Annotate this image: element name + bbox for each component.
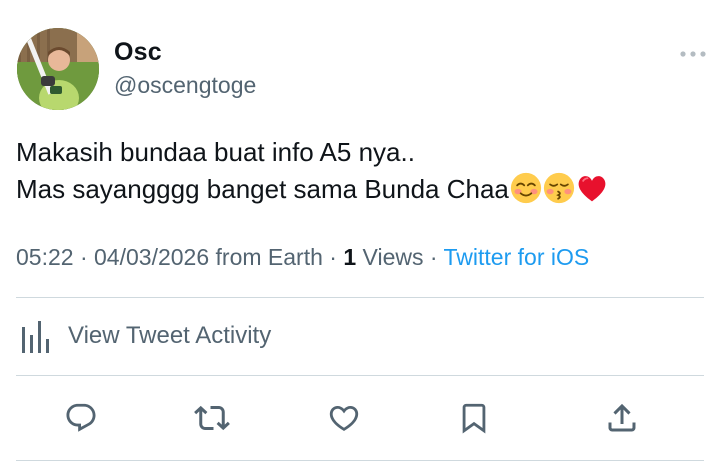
views-label: Views	[362, 244, 424, 270]
meta-separator: ·	[429, 244, 438, 270]
tweet-text: Makasih bundaa buat info A5 nya.. Mas sa…	[16, 134, 706, 208]
tweet-detail: Osc @oscengtoge Makasih bundaa buat info…	[0, 0, 720, 472]
tweet-text-line-2: Mas sayangggg banget sama Bunda Chaa	[16, 171, 706, 208]
avatar[interactable]	[17, 28, 99, 110]
bookmark-icon	[462, 403, 486, 434]
kissing-face-emoji	[543, 172, 575, 204]
tweet-text-line-1: Makasih bundaa buat info A5 nya..	[16, 137, 415, 167]
divider	[16, 375, 704, 376]
share-button[interactable]	[602, 398, 642, 438]
share-icon	[608, 403, 636, 432]
more-options-icon[interactable]	[678, 46, 708, 62]
meta-separator: ·	[79, 244, 88, 270]
retweet-button[interactable]	[192, 398, 232, 438]
red-heart-emoji	[578, 176, 606, 202]
divider	[16, 297, 704, 298]
username-handle[interactable]: @oscengtoge	[114, 72, 256, 99]
tweet-text-line-2-words: Mas sayangggg banget sama Bunda Chaa	[16, 174, 509, 204]
meta-separator: ·	[329, 244, 337, 270]
tweet-date[interactable]: 04/03/2026	[94, 244, 209, 270]
analytics-icon	[22, 321, 49, 353]
bookmark-button[interactable]	[454, 398, 494, 438]
like-button[interactable]	[324, 398, 364, 438]
tweet-meta: 05:22 · 04/03/2026 from Earth · 1 Views …	[16, 244, 589, 271]
reply-button[interactable]	[61, 398, 101, 438]
smiling-face-emoji	[510, 172, 542, 204]
view-tweet-activity-button[interactable]: View Tweet Activity	[20, 318, 271, 354]
avatar-photo	[17, 28, 99, 110]
view-tweet-activity-label: View Tweet Activity	[68, 322, 272, 349]
display-name[interactable]: Osc	[114, 38, 162, 67]
tweet-location: from Earth	[215, 244, 323, 270]
views-count: 1	[343, 244, 357, 270]
reply-icon	[66, 403, 96, 432]
tweet-time[interactable]: 05:22	[16, 244, 74, 270]
divider	[16, 460, 704, 461]
retweet-icon	[194, 405, 230, 431]
like-icon	[329, 405, 359, 431]
source-link[interactable]: Twitter for iOS	[444, 244, 590, 270]
